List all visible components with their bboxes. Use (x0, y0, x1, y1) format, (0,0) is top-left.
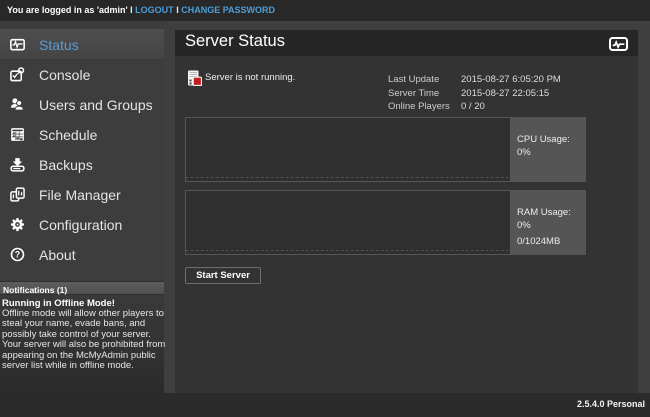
svg-text:?: ? (15, 250, 20, 260)
